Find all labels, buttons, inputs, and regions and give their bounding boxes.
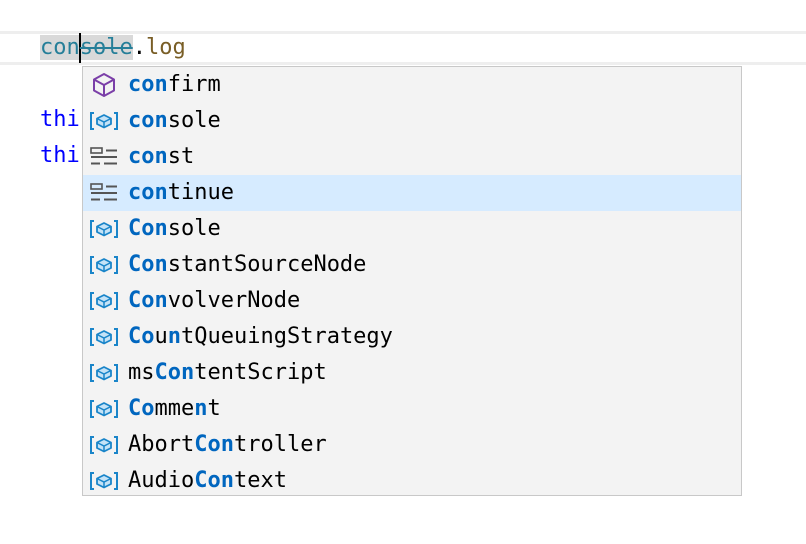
variable-icon — [87, 427, 121, 463]
label-text: troller — [233, 432, 327, 457]
suggestion-item[interactable]: CountQueuingStrategy — [83, 319, 741, 355]
keyword-icon — [87, 139, 121, 175]
log-token: log — [145, 35, 186, 60]
label-text: text — [233, 468, 287, 493]
module-icon — [87, 67, 121, 103]
match-highlight: Con — [194, 432, 234, 457]
match-highlight: Co — [128, 396, 155, 421]
variable-icon — [87, 355, 121, 391]
console-token: console — [40, 33, 133, 63]
suggestion-label: Comment — [121, 391, 221, 427]
suggestion-label: Console — [121, 211, 221, 247]
suggestion-item[interactable]: ConvolverNode — [83, 283, 741, 319]
keyword-token: thi — [40, 143, 80, 168]
label-text: tQueuingStrategy — [181, 324, 393, 349]
match-highlight: n — [194, 396, 208, 421]
suggestion-label: msContentScript — [121, 355, 327, 391]
variable-icon — [87, 211, 121, 247]
suggestion-label: AbortController — [121, 427, 327, 463]
label-text: Audio — [128, 468, 195, 493]
console-token-typed: con — [40, 35, 80, 60]
label-text: u — [154, 324, 168, 349]
match-highlight: con — [128, 144, 168, 169]
suggestion-label: console — [121, 103, 221, 139]
suggestion-item[interactable]: ConstantSourceNode — [83, 247, 741, 283]
suggestion-item[interactable]: continue — [83, 175, 741, 211]
code-line-1[interactable]: console.log — [40, 33, 186, 63]
suggestion-item[interactable]: msContentScript — [83, 355, 741, 391]
label-text: tinue — [167, 180, 234, 205]
match-highlight: Con — [128, 288, 168, 313]
code-line-3[interactable]: thi — [40, 105, 80, 135]
match-highlight: con — [128, 180, 168, 205]
variable-icon — [87, 319, 121, 355]
label-text: st — [167, 144, 195, 169]
suggestion-item[interactable]: AbortController — [83, 427, 741, 463]
match-highlight: Con — [194, 468, 234, 493]
suggestion-label: ConvolverNode — [121, 283, 300, 319]
variable-icon — [87, 103, 121, 139]
match-highlight: con — [128, 72, 168, 97]
suggestion-item[interactable]: Console — [83, 211, 741, 247]
suggestion-label: CountQueuingStrategy — [121, 319, 393, 355]
match-highlight: con — [128, 108, 168, 133]
code-line-4[interactable]: thi — [40, 141, 80, 171]
suggestion-label: ConstantSourceNode — [121, 247, 366, 283]
suggestion-item[interactable]: AudioContext — [83, 463, 741, 495]
suggestion-label: AudioContext — [121, 463, 287, 495]
suggestion-item[interactable]: console — [83, 103, 741, 139]
suggestion-item[interactable]: const — [83, 139, 741, 175]
label-text: mme — [154, 396, 195, 421]
suggestion-label: continue — [121, 175, 234, 211]
suggestion-label: confirm — [121, 67, 221, 103]
label-text: sole — [167, 108, 221, 133]
keyword-token: thi — [40, 107, 80, 132]
variable-icon — [87, 463, 121, 495]
variable-icon — [87, 247, 121, 283]
suggestion-label: const — [121, 139, 194, 175]
label-text: volverNode — [167, 288, 301, 313]
label-text: ms — [128, 360, 155, 385]
variable-icon — [87, 283, 121, 319]
label-text: stantSourceNode — [167, 252, 367, 277]
suggestion-item[interactable]: confirm — [83, 67, 741, 103]
label-text: tentScript — [194, 360, 327, 385]
label-text: Abort — [128, 432, 195, 457]
match-highlight: Co — [128, 324, 155, 349]
code-editor[interactable]: console.log thi thi confirm console const c… — [0, 0, 806, 544]
label-text: sole — [167, 216, 221, 241]
keyword-icon — [87, 175, 121, 211]
match-highlight: Con — [128, 216, 168, 241]
match-highlight: Con — [128, 252, 168, 277]
match-highlight: Con — [154, 360, 195, 385]
suggestion-widget[interactable]: confirm console const continue Console Consta… — [82, 66, 742, 496]
dot-token: . — [132, 35, 146, 60]
variable-icon — [87, 391, 121, 427]
match-highlight: n — [167, 324, 181, 349]
label-text: t — [207, 396, 221, 421]
label-text: firm — [167, 72, 221, 97]
suggestion-item[interactable]: Comment — [83, 391, 741, 427]
console-token-rest: sole — [79, 35, 133, 60]
